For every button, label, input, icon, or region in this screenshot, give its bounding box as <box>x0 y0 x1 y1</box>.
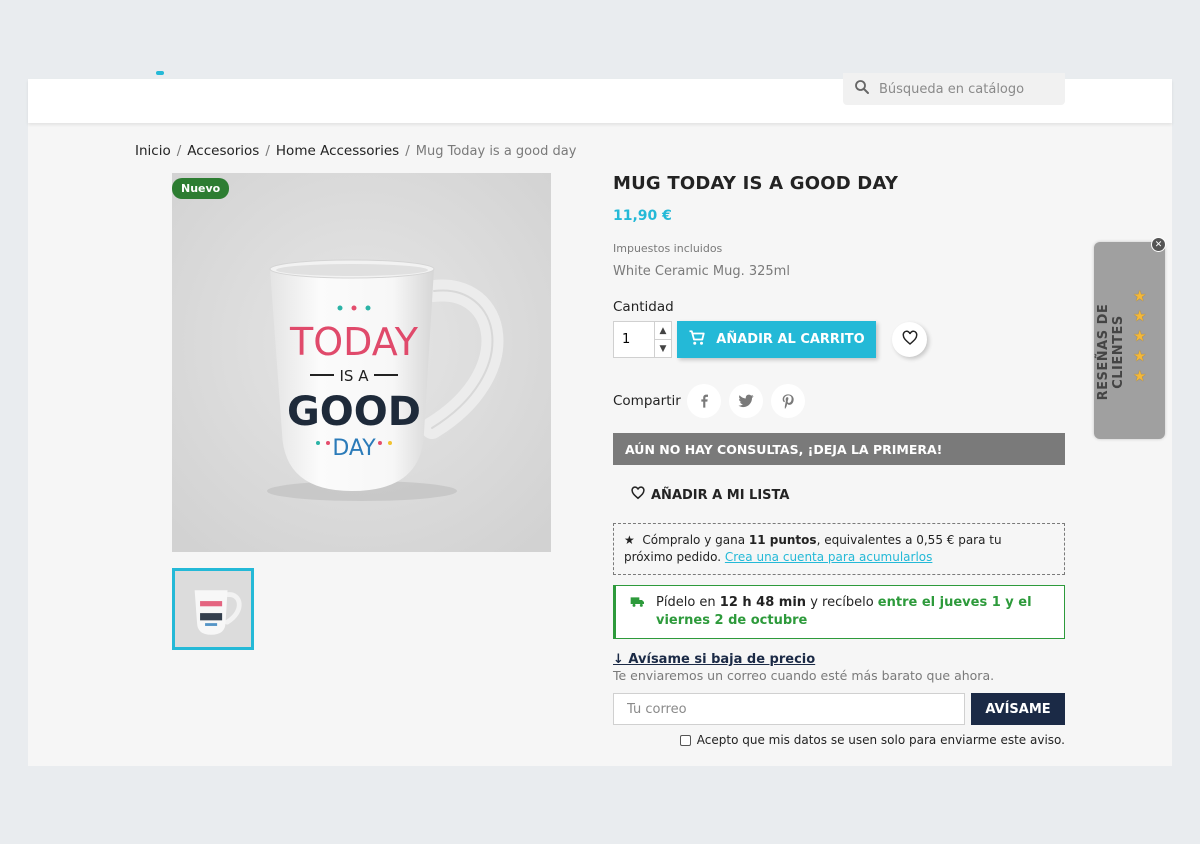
facebook-icon[interactable] <box>686 384 721 418</box>
mug-text-good: GOOD <box>287 389 421 435</box>
customer-reviews-tab[interactable]: RESEÑAS DE CLIENTES ★ ★ ★ ★ ★ <box>1094 242 1165 439</box>
quantity-arrows: ▲ ▼ <box>654 322 671 357</box>
page-frame: Inicio / Accesorios / Home Accessories / Mug T… <box>28 71 1172 766</box>
quantity-input[interactable] <box>614 322 654 357</box>
add-to-wishlist-label: AÑADIR A MI LISTA <box>651 487 790 503</box>
price-alert-description: Te enviaremos un correo cuando esté más … <box>613 668 995 683</box>
heart-icon <box>902 330 918 350</box>
product-price: 11,90 € <box>613 208 672 224</box>
pinterest-icon[interactable] <box>770 384 805 418</box>
tax-note: Impuestos incluidos <box>613 242 723 255</box>
breadcrumb: Inicio / Accesorios / Home Accessories / Mug T… <box>135 143 576 159</box>
consent-label: Acepto que mis datos se usen solo para e… <box>696 733 1065 747</box>
share-label: Compartir <box>613 393 681 409</box>
breadcrumb-separator: / <box>176 143 182 159</box>
points-amount: 11 puntos <box>748 533 817 547</box>
reviews-stars: ★ ★ ★ ★ ★ <box>1133 288 1146 385</box>
add-to-cart-button[interactable]: AÑADIR AL CARRITO <box>677 321 876 358</box>
consent-row: Acepto que mis datos se usen solo para e… <box>613 733 1065 747</box>
chevron-up-icon[interactable]: ▲ <box>655 322 671 339</box>
email-field[interactable] <box>613 693 965 725</box>
star-icon: ★ <box>1133 287 1147 305</box>
add-to-wishlist-button[interactable]: AÑADIR A MI LISTA <box>631 486 1065 504</box>
consultations-bar[interactable]: AÚN NO HAY CONSULTAS, ¡DEJA LA PRIMERA! <box>613 433 1065 465</box>
breadcrumb-home-accessories[interactable]: Home Accessories <box>276 143 399 159</box>
star-icon: ★ <box>1133 367 1147 385</box>
star-icon: ★ <box>1133 307 1147 325</box>
breadcrumb-separator: / <box>405 143 410 159</box>
mug-text-day: DAY <box>332 436 376 461</box>
quantity-label: Cantidad <box>613 299 674 315</box>
price-alert-form: AVÍSAME <box>613 693 1065 725</box>
delivery-time: 12 h 48 min <box>719 595 807 610</box>
notify-me-button[interactable]: AVÍSAME <box>971 693 1065 725</box>
search-input[interactable] <box>879 81 1059 97</box>
product-title: MUG TODAY IS A GOOD DAY <box>613 173 899 194</box>
reviews-tab-label: RESEÑAS DE CLIENTES <box>1096 303 1126 401</box>
search-box[interactable] <box>843 73 1065 105</box>
delivery-middle: y recíbelo <box>806 595 878 610</box>
breadcrumb-separator: / <box>265 143 270 159</box>
share-row: Compartir <box>613 384 1065 418</box>
mug-text-today: TODAY <box>289 320 419 364</box>
delivery-prefix: Pídelo en <box>656 595 720 610</box>
new-badge: Nuevo <box>172 178 230 199</box>
product-thumbnail[interactable] <box>172 568 254 650</box>
points-prefix: Cómpralo y gana <box>642 533 749 547</box>
add-to-cart-label: AÑADIR AL CARRITO <box>716 332 865 347</box>
site-header <box>28 71 1172 123</box>
cart-icon <box>688 329 706 351</box>
heart-icon <box>631 486 645 504</box>
mug-text-is-a: IS A <box>340 367 370 385</box>
truck-icon <box>630 595 646 630</box>
star-icon: ★ <box>1133 327 1147 345</box>
quantity-stepper[interactable]: ▲ ▼ <box>613 321 672 358</box>
wishlist-heart-button[interactable] <box>892 322 927 357</box>
add-to-cart-row: ▲ ▼ AÑADIR AL CARRITO <box>613 321 1065 358</box>
product-info: MUG TODAY IS A GOOD DAY 11,90 € Impuesto… <box>613 173 1065 747</box>
twitter-icon[interactable] <box>728 384 763 418</box>
logo-fragment <box>156 71 164 75</box>
breadcrumb-current: Mug Today is a good day <box>415 144 577 159</box>
product-description: White Ceramic Mug. 325ml <box>613 264 790 279</box>
close-icon[interactable]: ✕ <box>1151 237 1166 252</box>
breadcrumb-home[interactable]: Inicio <box>135 143 171 159</box>
breadcrumb-accesorios[interactable]: Accesorios <box>187 143 259 159</box>
delivery-estimate-box: Pídelo en 12 h 48 min y recíbelo entre e… <box>613 585 1065 639</box>
product-main-image[interactable]: TODAY IS A GOOD DAY <box>172 173 551 552</box>
chevron-down-icon[interactable]: ▼ <box>655 339 671 357</box>
create-account-link[interactable]: Crea una cuenta para acumularlos <box>725 550 933 564</box>
consent-checkbox[interactable] <box>679 734 691 746</box>
loyalty-points-box: ★ Cómpralo y gana 11 puntos, equivalente… <box>613 523 1065 575</box>
star-icon: ★ <box>624 533 635 547</box>
star-icon: ★ <box>1133 347 1147 365</box>
search-icon[interactable] <box>853 78 871 100</box>
delivery-text: Pídelo en 12 h 48 min y recíbelo entre e… <box>656 594 1052 630</box>
price-alert-link[interactable]: ↓ Avísame si baja de precio <box>613 652 1065 667</box>
